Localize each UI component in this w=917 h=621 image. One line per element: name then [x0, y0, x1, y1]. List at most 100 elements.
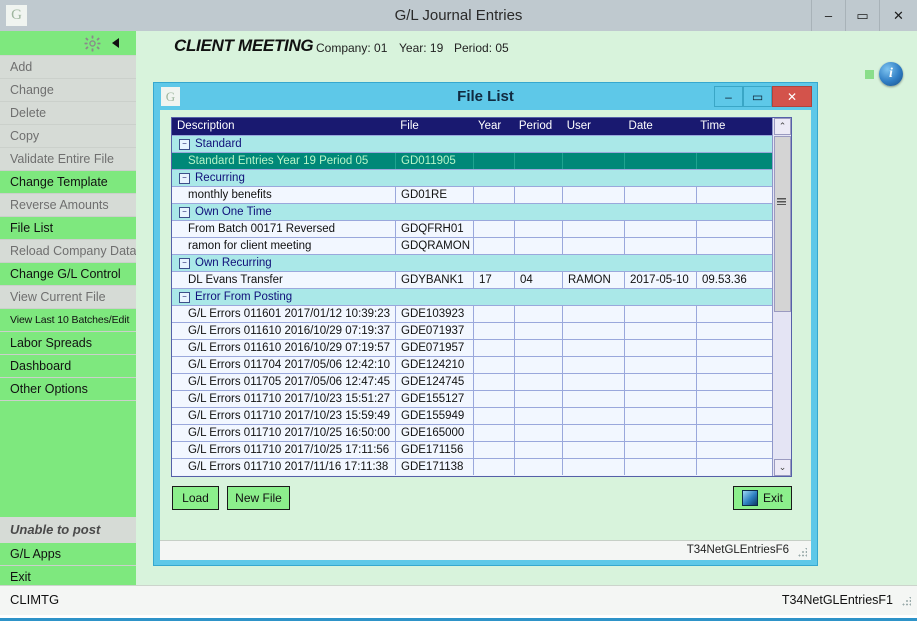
grid-cell-file: GDE171138 — [396, 459, 474, 475]
app-resize-grip-icon[interactable] — [902, 597, 911, 606]
dialog-minimize-icon[interactable]: – — [714, 86, 743, 107]
grid-data-row[interactable]: G/L Errors 011710 2017/11/16 17:11:38 GDE… — [172, 458, 773, 475]
grid-column-header-description[interactable]: Description — [172, 118, 395, 135]
grid-cell-user — [563, 374, 625, 390]
grid-cell-user — [563, 306, 625, 322]
dialog-maximize-icon[interactable]: ▭ — [743, 86, 772, 107]
sidebar-item-change-template[interactable]: Change Template — [0, 171, 136, 194]
grid-column-header-period[interactable]: Period — [514, 118, 562, 135]
grid-column-header-date[interactable]: Date — [624, 118, 696, 135]
grid-cell-description: ramon for client meeting — [172, 238, 396, 254]
collapse-expander-icon[interactable]: − — [179, 138, 190, 150]
grid-column-header-year[interactable]: Year — [473, 118, 514, 135]
collapse-expander-icon[interactable]: − — [179, 257, 190, 269]
grid-cell-time — [697, 408, 773, 424]
grid-column-header-file[interactable]: File — [395, 118, 473, 135]
grid-group-label: Error From Posting — [195, 290, 293, 303]
grid-data-row[interactable]: G/L Errors 011704 2017/05/06 12:42:10 GDE… — [172, 356, 773, 373]
sidebar-item-view-last-10-batches-edit[interactable]: View Last 10 Batches/Edit — [0, 309, 136, 332]
grid-data-row[interactable]: G/L Errors 011710 2017/10/25 17:11:56 GDE… — [172, 441, 773, 458]
grid-data-row[interactable]: monthly benefits GD01RE — [172, 186, 773, 203]
sidebar-item-label: Dashboard — [10, 359, 72, 373]
grid-data-row[interactable]: From Batch 00171 Reversed GDQFRH01 — [172, 220, 773, 237]
scroll-down-icon[interactable]: ⌄ — [774, 459, 791, 476]
sidebar-item-labor-spreads[interactable]: Labor Spreads — [0, 332, 136, 355]
grid-data-row[interactable]: ramon for client meeting GDQRAMON — [172, 237, 773, 254]
grid-group-row[interactable]: − Own Recurring — [172, 254, 773, 271]
collapse-expander-icon[interactable]: − — [179, 172, 190, 184]
grid-group-label-cell: − Own Recurring — [172, 255, 773, 271]
grid-cell-description: DL Evans Transfer — [172, 272, 396, 288]
grid-cell-file: GDQFRH01 — [396, 221, 474, 237]
grid-data-row[interactable]: G/L Errors 011610 2016/10/29 07:19:37 GDE… — [172, 322, 773, 339]
grid-cell-user — [563, 391, 625, 407]
grid-group-row[interactable]: − Recurring — [172, 169, 773, 186]
dialog-close-icon[interactable]: ✕ — [772, 86, 812, 107]
grid-column-header-time[interactable]: Time — [695, 118, 771, 135]
sidebar-item-other-options[interactable]: Other Options — [0, 378, 136, 401]
sidebar-menu: Add Change Delete Copy Validate Entire File C… — [0, 56, 136, 401]
grid-column-header-user[interactable]: User — [562, 118, 624, 135]
grid-data-row[interactable]: G/L Errors 011710 2017/10/23 15:51:27 GDE… — [172, 390, 773, 407]
grid-cell-file: GDE071937 — [396, 323, 474, 339]
year-label: Year: 19 — [399, 41, 444, 55]
collapse-left-icon[interactable] — [112, 38, 119, 48]
close-icon[interactable]: ✕ — [879, 0, 917, 31]
grid-cell-time: 09.53.36 — [697, 272, 773, 288]
grid-data-row[interactable]: G/L Errors 011710 2017/10/25 16:50:00 GDE… — [172, 424, 773, 441]
collapse-expander-icon[interactable]: − — [179, 291, 190, 303]
sidebar-item-label: Delete — [10, 106, 47, 120]
grid-group-label-cell: − Recurring — [172, 170, 773, 186]
sidebar-item-g-l-apps[interactable]: G/L Apps — [0, 543, 136, 566]
grid-cell-user — [563, 340, 625, 356]
grid-cell-period — [515, 153, 563, 169]
grid-cell-year — [474, 153, 515, 169]
sidebar-item-validate-entire-file: Validate Entire File — [0, 148, 136, 171]
sidebar-item-change-g-l-control[interactable]: Change G/L Control — [0, 263, 136, 286]
grid-data-row[interactable]: G/L Errors 011601 2017/01/12 10:39:23 GDE… — [172, 305, 773, 322]
grid-cell-file: GDQRAMON — [396, 238, 474, 254]
scrollbar-thumb[interactable] — [774, 136, 791, 312]
grid-cell-time — [697, 391, 773, 407]
grid-cell-date — [625, 153, 697, 169]
grid-cell-date: 2017-05-10 — [625, 272, 697, 288]
exit-button[interactable]: Exit — [733, 486, 792, 510]
grid-data-row[interactable]: Standard Entries Year 19 Period 05 GD0119… — [172, 152, 773, 169]
sidebar-item-reload-company-data: Reload Company Data — [0, 240, 136, 263]
grid-cell-date — [625, 340, 697, 356]
load-button[interactable]: Load — [172, 486, 219, 510]
grid-cell-file: GDE155949 — [396, 408, 474, 424]
sidebar-item-file-list[interactable]: File List — [0, 217, 136, 240]
sidebar-item-dashboard[interactable]: Dashboard — [0, 355, 136, 378]
scroll-up-icon[interactable]: ⌃ — [774, 118, 791, 135]
gear-icon[interactable] — [84, 35, 101, 52]
grid-group-row[interactable]: − Own One Time — [172, 203, 773, 220]
minimize-icon[interactable]: – — [811, 0, 845, 31]
file-list-dialog: G File List – ▭ ✕ Description File Year Per… — [153, 82, 818, 566]
grid-cell-date — [625, 221, 697, 237]
grid-data-row[interactable]: G/L Errors 011610 2016/10/29 07:19:57 GDE… — [172, 339, 773, 356]
scrollbar-grip-icon — [777, 198, 786, 205]
resize-grip-icon[interactable] — [798, 548, 807, 557]
grid-cell-user — [563, 153, 625, 169]
grid-group-row[interactable]: − Error From Posting — [172, 288, 773, 305]
new-file-button[interactable]: New File — [227, 486, 290, 510]
grid-scrollbar[interactable]: ⌃ ⌄ — [772, 118, 791, 476]
maximize-icon[interactable]: ▭ — [845, 0, 879, 31]
sidebar-item-label: Validate Entire File — [10, 152, 114, 166]
info-icon[interactable]: i — [879, 62, 903, 86]
grid-data-row[interactable]: G/L Errors 011705 2017/05/06 12:47:45 GDE… — [172, 373, 773, 390]
grid-cell-period — [515, 391, 563, 407]
dialog-body: Description File Year Period User Date Time − S… — [160, 110, 811, 560]
grid-cell-date — [625, 442, 697, 458]
window-title: G/L Journal Entries — [394, 7, 523, 24]
collapse-expander-icon[interactable]: − — [179, 206, 190, 218]
grid-data-row[interactable]: DL Evans Transfer GDYBANK1 17 04 RAMON 2017-0… — [172, 271, 773, 288]
grid-group-row[interactable]: − Standard — [172, 135, 773, 152]
grid-cell-period — [515, 408, 563, 424]
grid-cell-year — [474, 374, 515, 390]
grid-group-label-cell: − Error From Posting — [172, 289, 773, 305]
grid-cell-year — [474, 357, 515, 373]
grid-cell-file: GDE165000 — [396, 425, 474, 441]
grid-data-row[interactable]: G/L Errors 011710 2017/10/23 15:59:49 GDE… — [172, 407, 773, 424]
